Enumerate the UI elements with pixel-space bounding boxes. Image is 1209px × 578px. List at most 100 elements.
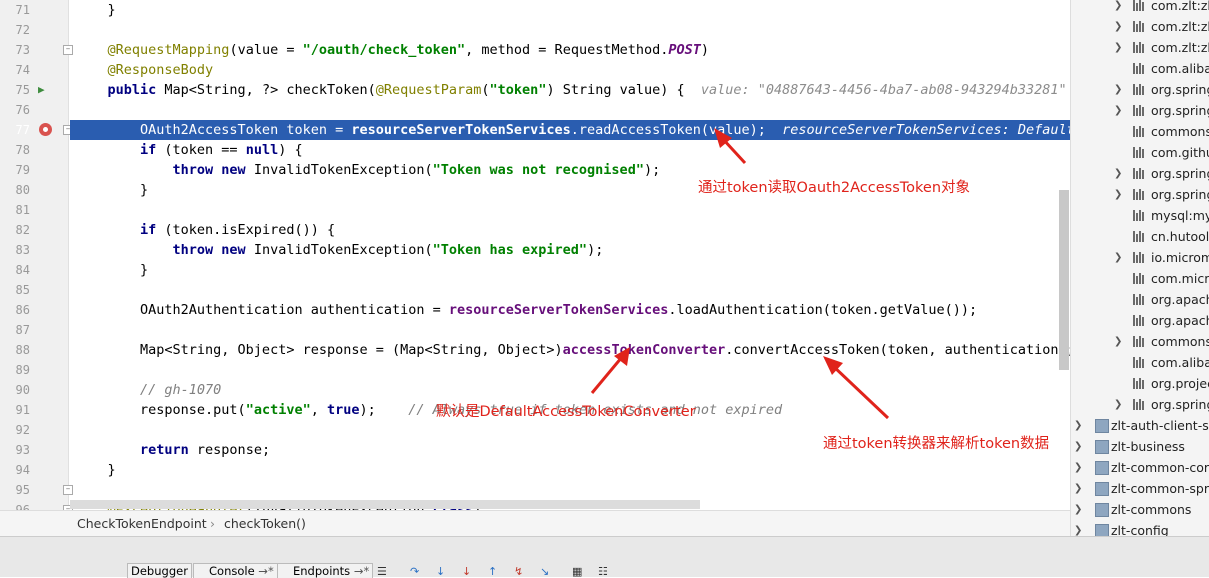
- tree-item-label: com.micro: [1151, 271, 1209, 286]
- force-step-into-icon[interactable]: ↓: [462, 566, 473, 577]
- chevron-right-icon[interactable]: ❯: [1114, 37, 1122, 58]
- tree-item[interactable]: cn.hutool:: [1071, 226, 1209, 247]
- arrow-to-accessTokenConverter: [590, 347, 630, 394]
- chevron-right-icon[interactable]: ❯: [1074, 499, 1082, 520]
- library-icon: [1133, 105, 1146, 116]
- chevron-right-icon[interactable]: ❯: [1074, 478, 1082, 499]
- tree-item-label: org.projec: [1151, 376, 1209, 391]
- tree-item-label: zlt-config: [1111, 523, 1169, 536]
- tree-item[interactable]: ❯ org.spring: [1071, 394, 1209, 415]
- tree-item[interactable]: com.alibab: [1071, 352, 1209, 373]
- library-icon: [1133, 399, 1146, 410]
- library-icon: [1133, 126, 1146, 137]
- tree-item-label: org.apach: [1151, 292, 1209, 307]
- tree-item[interactable]: ❯ zlt-config: [1071, 520, 1209, 536]
- tree-item[interactable]: ❯ commons-: [1071, 331, 1209, 352]
- tree-item-label: org.apach: [1151, 313, 1209, 328]
- breadcrumb-method[interactable]: checkToken(): [224, 511, 306, 537]
- tree-item[interactable]: org.projec: [1071, 373, 1209, 394]
- chevron-right-icon[interactable]: ❯: [1114, 79, 1122, 100]
- library-icon: [1133, 273, 1146, 284]
- library-icon: [1133, 147, 1146, 158]
- tree-item-label: org.spring: [1151, 103, 1209, 118]
- library-icon: [1133, 231, 1146, 242]
- tree-item[interactable]: mysql:mys: [1071, 205, 1209, 226]
- tree-item[interactable]: ❯ zlt-common-core: [1071, 457, 1209, 478]
- step-over-icon[interactable]: ↷: [410, 566, 421, 577]
- chevron-right-icon[interactable]: ❯: [1114, 100, 1122, 121]
- project-tree[interactable]: ❯ com.zlt:zlt- ❯ com.zlt:zlt- ❯ com.zlt:zlt-c…: [1070, 0, 1209, 536]
- tree-item[interactable]: ❯ com.zlt:zlt-: [1071, 37, 1209, 58]
- step-out-icon[interactable]: ↑: [488, 566, 499, 577]
- tree-item-label: cn.hutool:: [1151, 229, 1209, 244]
- library-icon: [1133, 0, 1146, 11]
- arrow-to-convertAccessToken: [823, 356, 890, 420]
- chevron-right-icon[interactable]: ❯: [1114, 0, 1122, 16]
- breadcrumb: CheckTokenEndpoint › checkToken(): [0, 510, 1070, 537]
- tree-item-label: zlt-business: [1111, 439, 1185, 454]
- frames-icon[interactable]: ☰: [377, 566, 388, 577]
- chevron-right-icon[interactable]: ❯: [1074, 457, 1082, 478]
- library-icon: [1133, 252, 1146, 263]
- chevron-right-icon[interactable]: ❯: [1074, 436, 1082, 457]
- chevron-right-icon[interactable]: ❯: [1074, 415, 1082, 436]
- tree-item[interactable]: ❯ org.spring: [1071, 184, 1209, 205]
- tree-item-label: commons-: [1151, 334, 1209, 349]
- library-icon: [1133, 21, 1146, 32]
- tree-item-label: org.spring: [1151, 166, 1209, 181]
- breadcrumb-separator-icon: ›: [210, 516, 215, 531]
- drop-frame-icon[interactable]: ↯: [514, 566, 525, 577]
- library-icon: [1133, 42, 1146, 53]
- tree-item-label: com.zlt:zlt-: [1151, 40, 1209, 55]
- debug-toolbar: Debugger Console →* Endpoints →* ☰ ↷ ↓ ↓…: [0, 536, 1209, 578]
- library-icon: [1133, 378, 1146, 389]
- chevron-right-icon[interactable]: ❯: [1114, 394, 1122, 415]
- tree-item[interactable]: ❯ org.spring: [1071, 100, 1209, 121]
- tree-item[interactable]: ❯ zlt-auth-client-spr: [1071, 415, 1209, 436]
- tree-item-label: zlt-common-sprir: [1111, 481, 1209, 496]
- tree-item[interactable]: com.alibab: [1071, 58, 1209, 79]
- tree-item[interactable]: com.micro: [1071, 268, 1209, 289]
- library-icon: [1133, 84, 1146, 95]
- chevron-right-icon[interactable]: ❯: [1114, 331, 1122, 352]
- tree-item-label: com.githul: [1151, 145, 1209, 160]
- code-editor[interactable]: − − − − ▶ 71 } 72 73 @RequestMapping(value = "…: [0, 0, 1070, 510]
- tree-item[interactable]: ❯ io.microm: [1071, 247, 1209, 268]
- chevron-right-icon[interactable]: ❯: [1114, 16, 1122, 37]
- tree-item[interactable]: com.githul: [1071, 142, 1209, 163]
- library-icon: [1133, 336, 1146, 347]
- module-icon: [1095, 482, 1109, 496]
- evaluate-icon[interactable]: ▦: [572, 566, 583, 577]
- tree-item[interactable]: ❯ zlt-commons: [1071, 499, 1209, 520]
- module-icon: [1095, 440, 1109, 454]
- library-icon: [1133, 294, 1146, 305]
- tree-item[interactable]: ❯ com.zlt:zlt-: [1071, 0, 1209, 16]
- tree-item[interactable]: ❯ com.zlt:zlt-: [1071, 16, 1209, 37]
- chevron-right-icon[interactable]: ❯: [1114, 247, 1122, 268]
- tree-item-label: com.alibab: [1151, 61, 1209, 76]
- run-to-cursor-icon[interactable]: ↘: [540, 566, 551, 577]
- tree-item[interactable]: ❯ org.spring: [1071, 79, 1209, 100]
- tree-item[interactable]: ❯ zlt-business: [1071, 436, 1209, 457]
- step-into-icon[interactable]: ↓: [436, 566, 447, 577]
- breadcrumb-class[interactable]: CheckTokenEndpoint: [77, 511, 207, 537]
- tree-item[interactable]: ❯ zlt-common-sprir: [1071, 478, 1209, 499]
- tree-item[interactable]: org.apach: [1071, 310, 1209, 331]
- chevron-right-icon[interactable]: ❯: [1114, 184, 1122, 205]
- tree-item-label: org.spring: [1151, 187, 1209, 202]
- settings-icon[interactable]: ☷: [598, 566, 609, 577]
- tree-item[interactable]: commons-: [1071, 121, 1209, 142]
- library-icon: [1133, 189, 1146, 200]
- tree-item-label: com.zlt:zlt-: [1151, 0, 1209, 13]
- chevron-right-icon[interactable]: ❯: [1114, 163, 1122, 184]
- tree-item-label: zlt-common-core: [1111, 460, 1209, 475]
- chevron-right-icon[interactable]: ❯: [1074, 520, 1082, 536]
- tree-item[interactable]: org.apach: [1071, 289, 1209, 310]
- tree-item-label: mysql:mys: [1151, 208, 1209, 223]
- tree-item-label: com.alibab: [1151, 355, 1209, 370]
- annotation-arrows: [590, 128, 890, 420]
- library-icon: [1133, 168, 1146, 179]
- library-icon: [1133, 357, 1146, 368]
- tree-item[interactable]: ❯ org.spring: [1071, 163, 1209, 184]
- module-icon: [1095, 503, 1109, 517]
